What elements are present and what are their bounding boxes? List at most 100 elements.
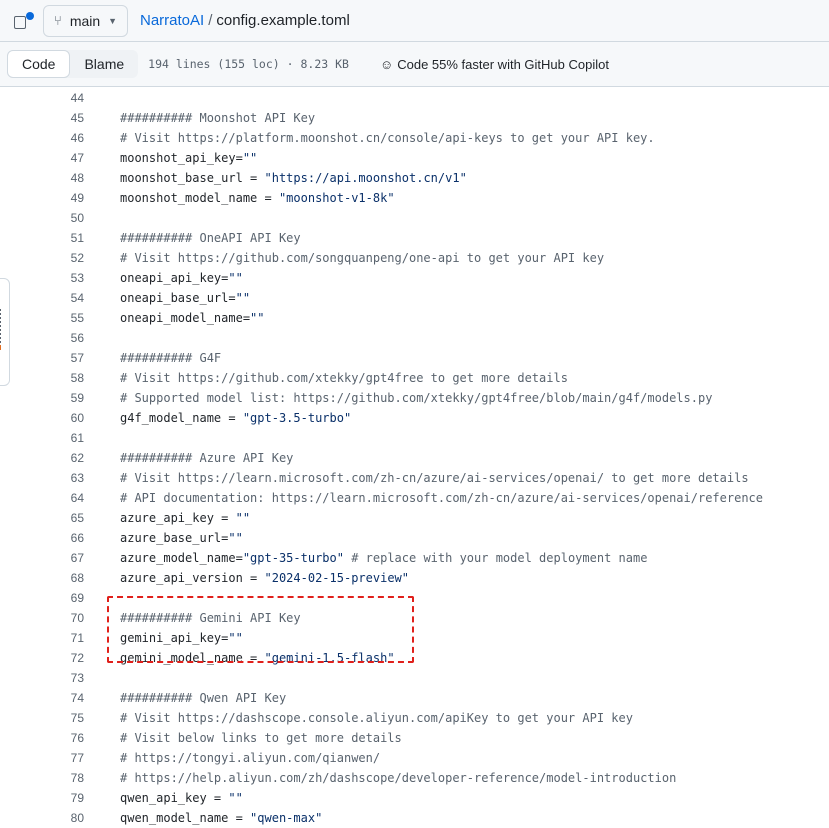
line-number[interactable]: 50 xyxy=(0,211,84,225)
line-text: ########## Azure API Key xyxy=(120,451,293,465)
line-number[interactable]: 47 xyxy=(0,151,84,165)
line-text: ########## Moonshot API Key xyxy=(120,111,315,125)
code-key: azure_api_version = xyxy=(120,571,265,585)
line-number[interactable]: 73 xyxy=(0,671,84,685)
code-key: g4f_model_name = xyxy=(120,411,243,425)
line-number[interactable]: 72 xyxy=(0,651,84,665)
line-text: qwen_model_name = "qwen-max" xyxy=(120,811,322,825)
code-string: "moonshot-v1-8k" xyxy=(278,191,395,205)
code-string: "" xyxy=(242,151,258,165)
code-line: 61 xyxy=(0,428,829,448)
line-text: qwen_api_key = "" xyxy=(120,791,243,805)
line-number[interactable]: 66 xyxy=(0,531,84,545)
line-text: ########## G4F xyxy=(120,351,221,365)
code-comment: # Visit https://dashscope.console.aliyun… xyxy=(120,711,633,725)
line-number[interactable]: 44 xyxy=(0,91,84,105)
code-key: oneapi_model_name= xyxy=(120,311,251,325)
line-number[interactable]: 67 xyxy=(0,551,84,565)
copilot-link[interactable]: ☺ Code 55% faster with GitHub Copilot xyxy=(380,57,609,72)
line-text: # Visit below links to get more details xyxy=(120,731,402,745)
line-text: ########## Qwen API Key xyxy=(120,691,286,705)
line-number[interactable]: 79 xyxy=(0,791,84,805)
line-number[interactable]: 78 xyxy=(0,771,84,785)
file-toolbar: Code Blame 194 lines (155 loc) · 8.23 KB… xyxy=(0,42,829,87)
line-number[interactable]: 70 xyxy=(0,611,84,625)
copilot-text: Code 55% faster with GitHub Copilot xyxy=(397,56,609,72)
line-number[interactable]: 49 xyxy=(0,191,84,205)
code-key: qwen_api_key = xyxy=(120,791,229,805)
line-number[interactable]: 53 xyxy=(0,271,84,285)
line-number[interactable]: 68 xyxy=(0,571,84,585)
line-number[interactable]: 75 xyxy=(0,711,84,725)
code-comment: # Supported model list: https://github.c… xyxy=(120,391,713,405)
line-number[interactable]: 74 xyxy=(0,691,84,705)
branch-selector[interactable]: ⑂ main ▼ xyxy=(43,4,128,37)
line-number[interactable]: 57 xyxy=(0,351,84,365)
file-name: config.example.toml xyxy=(216,12,350,29)
line-text: # Visit https://dashscope.console.aliyun… xyxy=(120,711,633,725)
sidebar-toggle-icon[interactable] xyxy=(12,11,34,31)
code-line: 79 qwen_api_key = "" xyxy=(0,788,829,808)
line-number[interactable]: 80 xyxy=(0,811,84,825)
line-number[interactable]: 64 xyxy=(0,491,84,505)
code-line: 78 # https://help.aliyun.com/zh/dashscope… xyxy=(0,768,829,788)
line-number[interactable]: 48 xyxy=(0,171,84,185)
line-number[interactable]: 58 xyxy=(0,371,84,385)
blame-tab[interactable]: Blame xyxy=(70,50,138,78)
file-meta: 194 lines (155 loc) · 8.23 KB xyxy=(148,57,349,71)
repo-link[interactable]: NarratoAI xyxy=(140,12,204,29)
code-key: oneapi_base_url= xyxy=(120,291,236,305)
line-number[interactable]: 60 xyxy=(0,411,84,425)
code-string: "qwen-max" xyxy=(250,811,323,825)
code-string: "" xyxy=(228,791,243,805)
line-text: oneapi_model_name="" xyxy=(120,311,265,325)
code-string: "" xyxy=(228,271,243,285)
line-number[interactable]: 62 xyxy=(0,451,84,465)
code-comment: ########## Qwen API Key xyxy=(120,691,287,705)
code-key: azure_api_key = xyxy=(120,511,236,525)
code-line: 60 g4f_model_name = "gpt-3.5-turbo" xyxy=(0,408,829,428)
line-text: # Visit https://platform.moonshot.cn/con… xyxy=(120,131,655,145)
line-number[interactable]: 56 xyxy=(0,331,84,345)
line-text: # API documentation: https://learn.micro… xyxy=(120,491,763,505)
code-comment: ########## Moonshot API Key xyxy=(120,111,316,125)
code-comment: # https://tongyi.aliyun.com/qianwen/ xyxy=(120,751,381,765)
code-line: 64 # API documentation: https://learn.mic… xyxy=(0,488,829,508)
code-line: 65 azure_api_key = "" xyxy=(0,508,829,528)
line-number[interactable]: 65 xyxy=(0,511,84,525)
code-line: 50 xyxy=(0,208,829,228)
line-number[interactable]: 52 xyxy=(0,251,84,265)
code-comment: # Visit below links to get more details xyxy=(120,731,402,745)
code-comment: ########## Azure API Key xyxy=(120,451,294,465)
line-text: moonshot_base_url = "https://api.moonsho… xyxy=(120,171,467,185)
code-line: 68 azure_api_version = "2024-02-15-previe… xyxy=(0,568,829,588)
copilot-icon: ☺ xyxy=(379,56,394,72)
code-comment: # replace with your model deployment nam… xyxy=(343,551,648,565)
line-number[interactable]: 54 xyxy=(0,291,84,305)
code-comment: ########## G4F xyxy=(120,351,222,365)
line-number[interactable]: 61 xyxy=(0,431,84,445)
line-number[interactable]: 45 xyxy=(0,111,84,125)
line-text: g4f_model_name = "gpt-3.5-turbo" xyxy=(120,411,351,425)
code-line: 75 # Visit https://dashscope.console.aliy… xyxy=(0,708,829,728)
line-number[interactable]: 71 xyxy=(0,631,84,645)
code-line: 77 # https://tongyi.aliyun.com/qianwen/ xyxy=(0,748,829,768)
line-number[interactable]: 76 xyxy=(0,731,84,745)
view-toggle: Code Blame xyxy=(7,50,139,78)
code-line: 76 # Visit below links to get more detail… xyxy=(0,728,829,748)
code-line: 57 ########## G4F xyxy=(0,348,829,368)
line-text: azure_model_name="gpt-35-turbo" # replac… xyxy=(120,551,647,565)
line-text: oneapi_api_key="" xyxy=(120,271,243,285)
code-key: qwen_model_name = xyxy=(120,811,251,825)
code-tab[interactable]: Code xyxy=(7,50,71,78)
line-number[interactable]: 55 xyxy=(0,311,84,325)
code-string: "gpt-3.5-turbo" xyxy=(242,411,352,425)
line-number[interactable]: 51 xyxy=(0,231,84,245)
code-key: oneapi_api_key= xyxy=(120,271,229,285)
code-string: "" xyxy=(250,311,265,325)
line-number[interactable]: 77 xyxy=(0,751,84,765)
line-number[interactable]: 59 xyxy=(0,391,84,405)
line-number[interactable]: 63 xyxy=(0,471,84,485)
line-number[interactable]: 69 xyxy=(0,591,84,605)
line-number[interactable]: 46 xyxy=(0,131,84,145)
